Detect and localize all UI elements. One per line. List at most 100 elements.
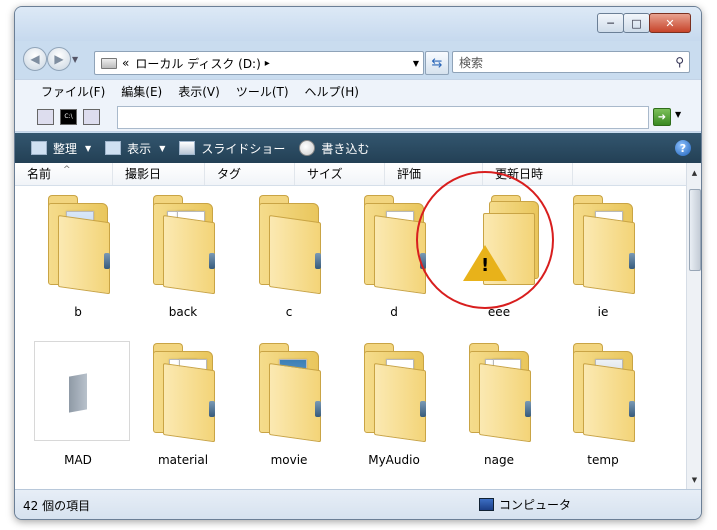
burn-disc-icon [299, 140, 316, 156]
organize-label: 整理 [53, 141, 78, 156]
file-item-mad[interactable]: MAD [28, 341, 130, 471]
slideshow-button[interactable]: スライドショー [179, 140, 285, 157]
computer-icon [479, 498, 494, 511]
menu-bar: ファイル(F) 編集(E) 表示(V) ツール(T) ヘルプ(H) [15, 79, 701, 102]
column-size[interactable]: サイズ [295, 163, 385, 185]
sort-ascending-icon: ^ [63, 165, 71, 175]
address-bar[interactable]: « ローカル ディスク (D:) ▸ ▼ [94, 51, 424, 75]
slideshow-icon [179, 141, 196, 155]
copy-icon[interactable] [37, 108, 54, 125]
item-label: d [390, 305, 398, 319]
address-prefix[interactable]: « [122, 56, 129, 70]
file-view: ^ 名前 撮影日 タグ サイズ 評価 更新日時 b back c d ! eee… [15, 163, 686, 489]
menu-edit[interactable]: 編集(E) [121, 83, 162, 100]
go-icon[interactable]: ➜ [653, 108, 671, 126]
refresh-button[interactable]: ⇆ [425, 51, 449, 75]
zone-label: コンピュータ [499, 498, 572, 512]
folder-icon [40, 193, 116, 295]
item-label: c [285, 305, 293, 319]
column-rating[interactable]: 評価 [385, 163, 483, 185]
toolbar-dropdown-icon[interactable]: ▼ [675, 110, 681, 119]
address-location[interactable]: ローカル ディスク (D:) [135, 55, 260, 72]
menu-help[interactable]: ヘルプ(H) [305, 83, 359, 100]
chevron-down-icon: ▼ [85, 143, 92, 153]
folder-icon [251, 193, 327, 295]
folder-item-material[interactable]: material [133, 341, 233, 471]
folder-warning-icon: ! [461, 193, 539, 289]
folder-icon [356, 341, 432, 443]
forward-button[interactable]: ▶ [47, 47, 71, 71]
folder-icon [461, 341, 537, 443]
custom-toolbar: C:\ ➜ ▼ [15, 102, 701, 132]
address-separator-icon[interactable]: ▸ [265, 58, 270, 69]
folder-item-ie[interactable]: ie [553, 193, 653, 323]
status-bar: 42 個の項目 コンピュータ [15, 489, 701, 519]
item-label: back [168, 305, 198, 319]
view-button[interactable]: 表示 ▼ [105, 140, 165, 157]
folder-item-back[interactable]: back [133, 193, 233, 323]
search-input[interactable]: 検索 ⚲ [452, 51, 690, 73]
help-icon[interactable]: ? [675, 140, 691, 156]
folder-item-temp[interactable]: temp [553, 341, 653, 471]
file-thumbnail [31, 341, 130, 441]
scroll-up-icon[interactable]: ▲ [687, 165, 701, 180]
folder-item-nage[interactable]: nage [449, 341, 549, 471]
scroll-thumb[interactable] [689, 189, 701, 271]
folder-icon [145, 341, 221, 443]
command-prompt-icon[interactable]: C:\ [60, 108, 77, 125]
item-label: MAD [64, 453, 92, 467]
item-label: MyAudio [368, 453, 420, 467]
chevron-down-icon: ▼ [159, 143, 166, 153]
organize-button[interactable]: 整理 ▼ [31, 140, 91, 157]
folder-item-movie[interactable]: movie [239, 341, 339, 471]
view-label: 表示 [127, 141, 152, 156]
folder-icon [565, 341, 641, 443]
item-label: ie [597, 305, 609, 319]
menu-file[interactable]: ファイル(F) [41, 83, 105, 100]
column-headers: ^ 名前 撮影日 タグ サイズ 評価 更新日時 [15, 163, 686, 186]
status-zone: コンピュータ [479, 496, 571, 513]
folder-icon [145, 193, 221, 295]
folder-item-b[interactable]: b [28, 193, 128, 323]
recent-pages-dropdown-icon[interactable]: ▼ [72, 55, 78, 64]
view-icon [105, 141, 122, 155]
command-bar: 整理 ▼ 表示 ▼ スライドショー 書き込む ? [15, 133, 701, 163]
close-button[interactable]: ✕ [649, 13, 691, 33]
burn-label: 書き込む [321, 141, 370, 156]
maximize-button[interactable]: □ [623, 13, 650, 33]
folder-icon [565, 193, 641, 295]
vertical-scrollbar[interactable]: ▲ ▼ [686, 163, 701, 489]
folder-item-myaudio[interactable]: MyAudio [344, 341, 444, 471]
item-label: eee [487, 305, 511, 319]
menu-tools[interactable]: ツール(T) [236, 83, 289, 100]
item-label: b [74, 305, 82, 319]
item-count: 42 個の項目 [23, 498, 91, 513]
folder-item-c[interactable]: c [239, 193, 339, 323]
back-button[interactable]: ◀ [23, 47, 47, 71]
scroll-down-icon[interactable]: ▼ [687, 472, 701, 487]
search-icon[interactable]: ⚲ [675, 55, 684, 69]
column-name[interactable]: ^ 名前 [15, 163, 113, 185]
column-tags[interactable]: タグ [205, 163, 295, 185]
navigation-bar: ◀ ▶ ▼ « ローカル ディスク (D:) ▸ ▼ ⇆ 検索 ⚲ [15, 41, 701, 75]
column-date-modified[interactable]: 更新日時 [483, 163, 573, 185]
minimize-button[interactable]: ─ [597, 13, 624, 33]
folder-item-d[interactable]: d [344, 193, 444, 323]
explorer-window: ─ □ ✕ ◀ ▶ ▼ « ローカル ディスク (D:) ▸ ▼ ⇆ 検索 ⚲ … [14, 6, 702, 520]
column-date-taken[interactable]: 撮影日 [113, 163, 205, 185]
organize-icon [31, 141, 47, 155]
drive-icon [101, 57, 117, 69]
item-label: movie [270, 453, 308, 467]
folder-icon [251, 341, 327, 443]
file-items: b back c d ! eee ie MAD material movie M… [15, 185, 686, 489]
search-placeholder: 検索 [459, 55, 484, 70]
folder-item-eee[interactable]: ! eee [449, 193, 549, 323]
item-label: temp [587, 453, 619, 467]
window-icon[interactable] [83, 108, 100, 125]
slideshow-label: スライドショー [201, 141, 286, 156]
title-bar: ─ □ ✕ [15, 7, 701, 41]
address-dropdown-icon[interactable]: ▼ [413, 59, 419, 68]
toolbar-input[interactable] [117, 106, 649, 129]
menu-view[interactable]: 表示(V) [178, 83, 220, 100]
burn-button[interactable]: 書き込む [299, 140, 369, 157]
